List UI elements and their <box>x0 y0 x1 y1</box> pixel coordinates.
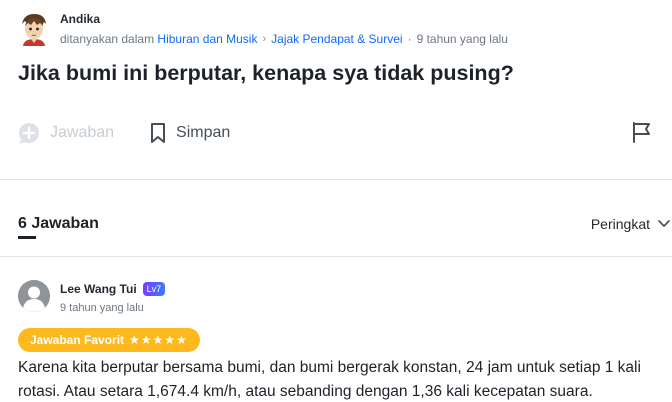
category-link-entertainment[interactable]: Hiburan dan Musik <box>157 32 257 46</box>
divider <box>0 256 672 257</box>
separator-dot: · <box>407 32 412 46</box>
favorite-answer-badge: Jawaban Favorit ★★★★★ <box>18 328 200 352</box>
level-badge: Lv7 <box>142 282 166 296</box>
sort-label: Peringkat <box>590 216 650 232</box>
divider <box>0 179 672 180</box>
chevron-right-icon: › <box>262 33 267 45</box>
answer-button-label: Jawaban <box>50 124 115 141</box>
save-button[interactable]: Simpan <box>150 122 230 144</box>
default-user-icon <box>18 280 50 312</box>
answer-time: 9 tahun yang lalu <box>60 302 144 314</box>
question-meta: ditanyakan dalam Hiburan dan Musik › Jaj… <box>60 32 508 46</box>
asker-avatar[interactable] <box>18 12 50 46</box>
bookmark-icon <box>151 123 166 143</box>
sort-dropdown[interactable]: Peringkat <box>591 216 670 232</box>
answerer-avatar[interactable] <box>18 280 50 312</box>
question-time: 9 tahun yang lalu <box>416 32 508 46</box>
asker-header: Andika ditanyakan dalam Hiburan dan Musi… <box>18 12 508 46</box>
favorite-badge-label: Jawaban Favorit <box>30 333 125 347</box>
category-link-polls[interactable]: Jajak Pendapat & Survei <box>271 32 402 46</box>
answer-header: Lee Wang Tui Lv7 9 tahun yang lalu <box>18 280 166 314</box>
answer-button[interactable]: Jawaban <box>18 122 114 144</box>
question-title: Jika bumi ini berputar, kenapa sya tidak… <box>18 61 514 85</box>
asker-name[interactable]: Andika <box>60 12 508 26</box>
answerer-name[interactable]: Lee Wang Tui <box>60 282 137 296</box>
chevron-down-icon <box>658 220 670 227</box>
report-button[interactable] <box>631 121 653 148</box>
tab-underline <box>18 236 36 239</box>
asked-in-label: ditanyakan dalam <box>60 32 155 46</box>
answer-text: Karena kita berputar bersama bumi, dan b… <box>18 359 641 400</box>
question-actions: Jawaban Simpan <box>18 118 658 148</box>
flag-icon <box>633 122 650 143</box>
rating-stars-icon: ★★★★★ <box>129 333 188 347</box>
add-answer-icon <box>19 123 39 144</box>
save-button-label: Simpan <box>176 124 231 141</box>
answers-count-tab[interactable]: 6 Jawaban <box>18 215 99 233</box>
anime-avatar-icon <box>18 12 50 46</box>
